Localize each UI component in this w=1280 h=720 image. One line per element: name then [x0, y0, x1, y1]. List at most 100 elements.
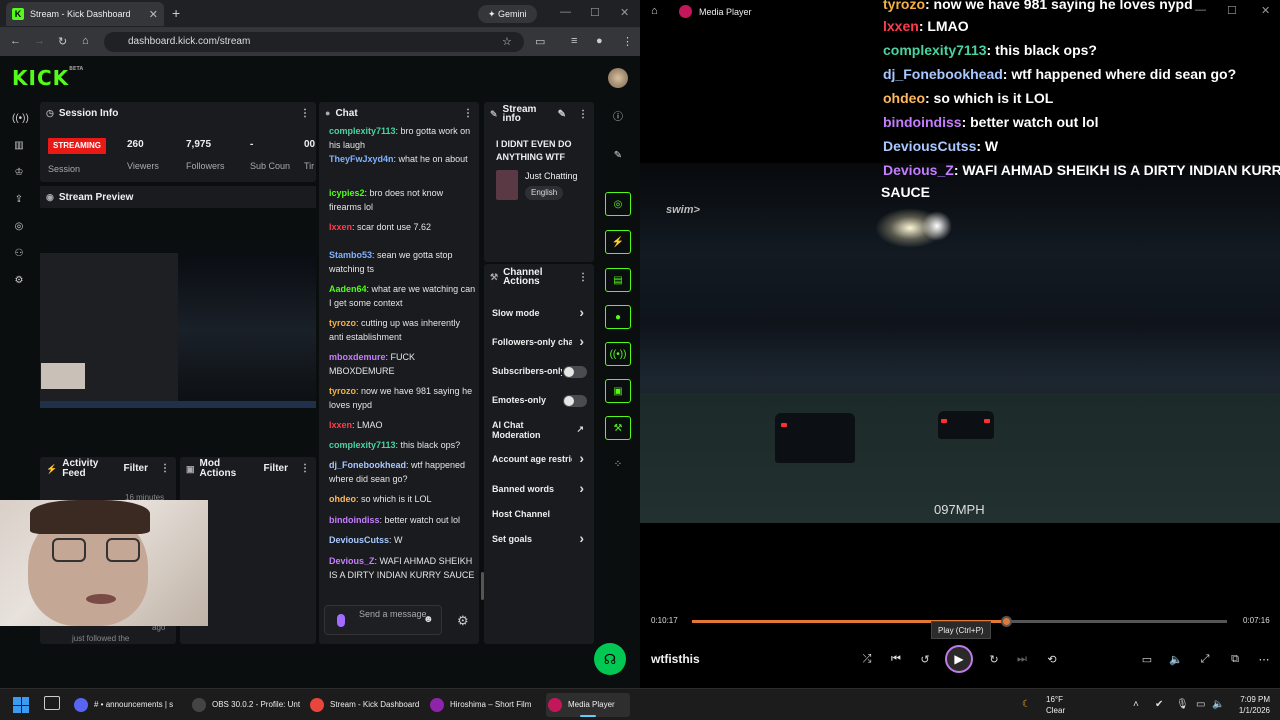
upload-nav-icon[interactable]: ⇪: [12, 194, 26, 208]
stream-info-menu-icon[interactable]: ⋮: [578, 109, 588, 119]
chat-message[interactable]: lxxen: LMAO: [329, 418, 477, 432]
channel-action-item[interactable]: Emotes-only: [492, 394, 562, 408]
chat-username[interactable]: dj_Fonebookhead: [329, 460, 406, 470]
chat-message[interactable]: Aaden64: what are we watching can I get …: [329, 282, 477, 310]
close-window-icon[interactable]: ✕: [620, 6, 629, 19]
chat-settings-icon[interactable]: ⚙: [457, 613, 469, 629]
microphone-icon[interactable]: [337, 614, 345, 627]
support-headset-icon[interactable]: ☊: [594, 643, 626, 675]
tray-expand-icon[interactable]: ˄: [1133, 699, 1139, 710]
chat-username[interactable]: tyrozo: [329, 318, 356, 328]
mod-rail-icon[interactable]: ▣: [605, 379, 631, 403]
mp-close-icon[interactable]: ✕: [1261, 4, 1270, 17]
fullscreen-icon[interactable]: ⤢: [1198, 653, 1212, 666]
chat-username[interactable]: lxxen: [329, 420, 352, 430]
profile-icon[interactable]: ●: [596, 35, 603, 47]
chat-username[interactable]: Stambo53: [329, 250, 372, 260]
trophy-nav-icon[interactable]: ♔: [12, 167, 26, 181]
weather-widget[interactable]: 16°F Clear: [1046, 694, 1065, 716]
media-control-icon[interactable]: ≡: [571, 35, 577, 47]
chat-message[interactable]: dj_Fonebookhead: wtf happened where did …: [329, 458, 477, 486]
taskbar-app[interactable]: Hiroshima – Short Film: [428, 693, 540, 717]
chat-message[interactable]: tyrozo: cutting up was inherently anti e…: [329, 316, 477, 344]
channel-action-item[interactable]: AI Chat Moderation ↗: [492, 420, 588, 442]
tray-app-icon[interactable]: ✔: [1155, 699, 1163, 710]
home-icon[interactable]: ⌂: [651, 5, 658, 17]
chat-message[interactable]: bindoindiss: better watch out lol: [329, 513, 477, 527]
back-icon[interactable]: ←: [10, 35, 21, 47]
chat-username[interactable]: icypies2: [329, 188, 365, 198]
users-nav-icon[interactable]: ⚇: [12, 248, 26, 262]
chat-username[interactable]: bindoindiss: [329, 515, 380, 525]
tab-kick-dashboard[interactable]: K Stream - Kick Dashboard ✕: [6, 2, 164, 26]
emoji-icon[interactable]: ☻: [423, 615, 434, 625]
channel-action-item[interactable]: Banned words ›: [492, 483, 588, 497]
mp-minimize-icon[interactable]: —: [1195, 4, 1206, 16]
chat-username[interactable]: tyrozo: [329, 386, 356, 396]
channel-action-item[interactable]: Set goals ›: [492, 533, 588, 547]
activity-menu-icon[interactable]: ⋮: [160, 464, 170, 474]
new-tab-button[interactable]: +: [172, 5, 180, 21]
maximize-icon[interactable]: ☐: [590, 6, 600, 19]
bolt-action-icon[interactable]: ⚡: [605, 230, 631, 254]
chat-username[interactable]: lxxen: [329, 222, 352, 232]
toggle-switch[interactable]: [563, 395, 587, 407]
focus-nav-icon[interactable]: ◎: [12, 221, 26, 235]
chat-message[interactable]: DeviousCutss: W: [329, 533, 477, 547]
minimize-icon[interactable]: —: [560, 6, 571, 18]
chat-input[interactable]: Send a message ☻: [324, 605, 442, 635]
video-frame[interactable]: swim> 097MPH: [640, 163, 1280, 523]
chat-message[interactable]: complexity7113: bro gotta work on his la…: [329, 124, 477, 152]
next-icon[interactable]: ⏭: [1015, 653, 1029, 666]
stream-nav-icon[interactable]: ((•)): [12, 113, 29, 127]
cast-icon[interactable]: ▭: [535, 35, 545, 48]
chat-message[interactable]: lxxen: scar dont use 7.62: [329, 220, 477, 234]
reload-icon[interactable]: ↻: [58, 35, 67, 48]
chat-username[interactable]: complexity7113: [329, 440, 396, 450]
chat-message[interactable]: ohdeo: so which is it LOL: [329, 492, 477, 506]
chat-username[interactable]: Aaden64: [329, 284, 367, 294]
taskbar-app[interactable]: OBS 30.0.2 - Profile: Unt: [190, 693, 302, 717]
chat-message[interactable]: complexity7113: this black ops?: [329, 438, 477, 452]
stream-preview-video[interactable]: [40, 253, 316, 408]
system-clock[interactable]: 7:09 PM 1/1/2026: [1228, 694, 1270, 716]
task-view-icon[interactable]: [44, 696, 60, 710]
chat-message[interactable]: icypies2: bro does not know firearms lol: [329, 186, 477, 214]
chat-message[interactable]: mboxdemure: FUCK MBOXDEMURE: [329, 350, 477, 378]
channel-action-item[interactable]: Followers-only chat ›: [492, 336, 588, 350]
play-button[interactable]: ▶: [945, 645, 973, 673]
subtitles-icon[interactable]: ▭: [1140, 653, 1154, 666]
seek-thumb[interactable]: [1000, 616, 1012, 627]
url-field[interactable]: dashboard.kick.com/stream: [104, 32, 524, 52]
chat-username[interactable]: DeviousCutss: [329, 535, 389, 545]
session-menu-icon[interactable]: ⋮: [300, 108, 310, 119]
chat-rail-icon[interactable]: ●: [605, 305, 631, 329]
channel-action-item[interactable]: Account age restriction ›: [492, 453, 588, 467]
channel-action-item[interactable]: Host Channel: [492, 508, 588, 522]
broadcast-icon[interactable]: ((•)): [605, 342, 631, 366]
chat-message[interactable]: Stambo53: sean we gotta stop watching ts: [329, 248, 477, 276]
chat-username[interactable]: ohdeo: [329, 494, 356, 504]
mp-maximize-icon[interactable]: ☐: [1227, 4, 1237, 17]
shuffle-icon[interactable]: ⤮: [860, 653, 874, 666]
taskbar-app[interactable]: Media Player: [546, 693, 630, 717]
edit-pencil-icon[interactable]: ✎: [558, 109, 566, 119]
user-avatar[interactable]: [608, 68, 628, 88]
chat-username[interactable]: mboxdemure: [329, 352, 386, 362]
chat-username[interactable]: complexity7113: [329, 126, 396, 136]
previous-icon[interactable]: ⏮: [889, 653, 903, 666]
microphone-tray-icon[interactable]: 🎙: [1176, 699, 1189, 710]
channel-action-item[interactable]: Subscribers-only: [492, 365, 562, 379]
bookmark-star-icon[interactable]: ☆: [502, 35, 512, 48]
info-icon[interactable]: ⓘ: [605, 106, 631, 130]
category-name[interactable]: Just Chatting: [525, 171, 578, 181]
taskbar-app[interactable]: Stream - Kick Dashboard: [308, 693, 420, 717]
activity-filter-button[interactable]: Filter: [124, 464, 148, 474]
channel-actions-menu-icon[interactable]: ⋮: [578, 272, 588, 282]
network-icon[interactable]: ▭: [1196, 699, 1205, 710]
more-options-icon[interactable]: ⋯: [1257, 653, 1271, 666]
chat-username[interactable]: TheyFwJxyd4n: [329, 154, 394, 164]
chat-menu-icon[interactable]: ⋮: [463, 108, 473, 119]
analytics-nav-icon[interactable]: ▥: [12, 140, 26, 154]
focus-mode-icon[interactable]: ◎: [605, 192, 631, 216]
